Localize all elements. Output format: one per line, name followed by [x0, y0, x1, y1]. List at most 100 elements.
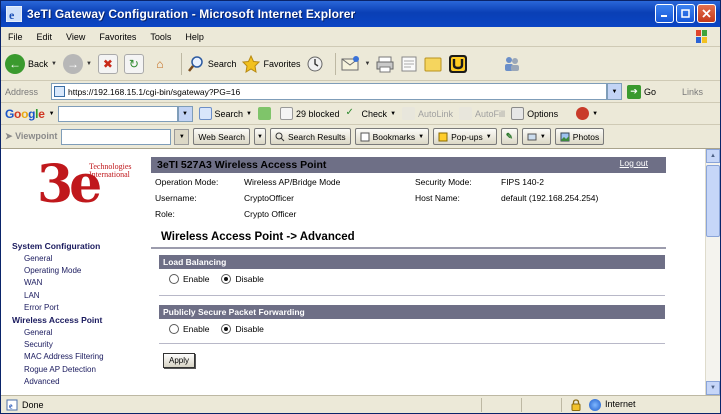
- logout-link[interactable]: Log out: [620, 158, 648, 168]
- bookmarks-label: Bookmarks: [372, 131, 416, 142]
- nav-item-security[interactable]: Security: [24, 340, 53, 349]
- print-button[interactable]: [376, 55, 394, 73]
- close-icon: [702, 9, 711, 18]
- stop-button[interactable]: ✖: [97, 53, 118, 74]
- favorites-star-icon: [242, 54, 261, 73]
- autofill-button[interactable]: AutoFill: [459, 107, 505, 120]
- load-balancing-enable-radio[interactable]: [169, 274, 179, 284]
- status-separator: [561, 398, 562, 412]
- apply-button[interactable]: Apply: [163, 353, 195, 368]
- viewpoint-search-input[interactable]: [61, 128, 172, 145]
- forward-button[interactable]: → ▼: [62, 53, 92, 74]
- menu-file[interactable]: File: [1, 32, 30, 42]
- web-search-button[interactable]: Web Search: [193, 128, 251, 145]
- shield-u-icon: [449, 54, 468, 73]
- security-mode-value: FIPS 140-2: [501, 177, 544, 187]
- links-label[interactable]: Links: [682, 87, 703, 97]
- nav-item-wap-general[interactable]: General: [24, 328, 52, 337]
- discuss-button[interactable]: [424, 55, 442, 73]
- messenger-button[interactable]: [448, 54, 468, 74]
- pagerank-button[interactable]: [258, 107, 274, 120]
- chevron-down-icon: ▼: [485, 133, 492, 140]
- popups-button[interactable]: Pop-ups ▼: [433, 128, 497, 145]
- address-label: Address: [5, 86, 39, 97]
- spell-check-button[interactable]: ✓ Check ▼: [346, 107, 396, 120]
- nav-item-mac-address-filtering[interactable]: MAC Address Filtering: [24, 352, 104, 361]
- menu-tools[interactable]: Tools: [143, 32, 178, 42]
- nav-item-advanced[interactable]: Advanced: [24, 377, 60, 386]
- load-balancing-disable-label: Disable: [235, 274, 264, 284]
- role-label: Role:: [155, 209, 175, 219]
- search-button[interactable]: Search: [187, 55, 236, 73]
- menu-edit[interactable]: Edit: [30, 32, 60, 42]
- photos-button[interactable]: Photos: [554, 128, 605, 145]
- bookmarks-button[interactable]: Bookmarks ▼: [354, 128, 430, 145]
- nav-item-error-port[interactable]: Error Port: [24, 303, 59, 312]
- dropdown-arrow-icon: ▼: [390, 110, 397, 117]
- google-logo[interactable]: Google: [5, 107, 45, 121]
- google-search-input[interactable]: [57, 105, 178, 122]
- viewpoint-dropdown[interactable]: ▼: [174, 128, 190, 145]
- page-icon: [54, 86, 65, 97]
- favorites-button[interactable]: Favorites: [242, 54, 300, 73]
- scroll-down-button[interactable]: ▼: [706, 381, 720, 395]
- page-done-icon: e: [6, 399, 18, 410]
- browser-window: e 3eTI Gateway Configuration - Microsoft…: [0, 0, 721, 414]
- extra-tool-button[interactable]: ▼: [576, 107, 598, 120]
- nav-item-operating-mode[interactable]: Operating Mode: [24, 266, 81, 275]
- edit-button[interactable]: [400, 55, 418, 73]
- search-results-button[interactable]: Search Results: [269, 128, 351, 145]
- refresh-button[interactable]: ↻: [123, 53, 144, 74]
- scroll-up-button[interactable]: ▲: [706, 149, 720, 163]
- popup-blocker-button[interactable]: 29 blocked: [280, 107, 340, 120]
- left-navigation: 3e Technologies International System Con…: [1, 149, 151, 395]
- toolbar-separator: [180, 52, 182, 75]
- load-balancing-disable-radio[interactable]: [221, 274, 232, 284]
- screen-button[interactable]: ▼: [521, 128, 551, 145]
- viewpoint-logo[interactable]: ➤ Viewpoint: [5, 131, 57, 142]
- bookmark-icon: [360, 132, 370, 141]
- nav-item-system-general[interactable]: General: [24, 254, 52, 263]
- minimize-button[interactable]: [655, 4, 674, 23]
- address-bar: Address https://192.168.15.1/cgi-bin/sga…: [1, 81, 720, 103]
- web-search-dropdown[interactable]: ▼: [254, 128, 266, 145]
- vertical-scrollbar[interactable]: ▲ ▼: [705, 149, 720, 395]
- page-title: Wireless Access Point -> Advanced: [161, 231, 355, 243]
- address-input[interactable]: https://192.168.15.1/cgi-bin/sgateway?PG…: [51, 83, 607, 100]
- mail-button[interactable]: ▼: [341, 55, 370, 73]
- history-button[interactable]: [306, 55, 324, 73]
- security-mode-label: Security Mode:: [415, 177, 472, 187]
- home-icon: ⌂: [156, 56, 164, 71]
- nav-section-system-configuration[interactable]: System Configuration: [12, 241, 100, 251]
- nav-section-wireless-access-point[interactable]: Wireless Access Point: [12, 315, 102, 325]
- close-button[interactable]: [697, 4, 716, 23]
- highlight-button[interactable]: ✎: [500, 128, 518, 145]
- packet-forwarding-enable-radio[interactable]: [169, 324, 179, 334]
- research-button[interactable]: [502, 55, 522, 73]
- google-toolbar: Google ▼ ▼ Search ▼ 29 blocked ✓ Check ▼…: [1, 103, 720, 125]
- scrollbar-thumb[interactable]: [706, 165, 720, 237]
- viewpoint-toolbar: ➤ Viewpoint ▼ Web Search ▼ Search Result…: [1, 125, 720, 149]
- go-button[interactable]: ➔ Go: [627, 84, 656, 99]
- nav-item-wan[interactable]: WAN: [24, 278, 42, 287]
- menu-view[interactable]: View: [59, 32, 92, 42]
- address-dropdown-button[interactable]: ▼: [607, 83, 622, 100]
- back-button[interactable]: ← Back ▼: [5, 53, 57, 74]
- menu-help[interactable]: Help: [178, 32, 211, 42]
- menu-favorites[interactable]: Favorites: [92, 32, 143, 42]
- chevron-down-icon: ▼: [611, 88, 618, 95]
- nav-item-rogue-ap-detection[interactable]: Rogue AP Detection: [24, 365, 96, 374]
- nav-item-lan[interactable]: LAN: [24, 291, 40, 300]
- maximize-button[interactable]: [676, 4, 695, 23]
- chevron-down-icon[interactable]: ▼: [49, 111, 55, 117]
- packet-forwarding-disable-radio[interactable]: [221, 324, 232, 334]
- options-button[interactable]: Options: [511, 107, 558, 120]
- home-button[interactable]: ⌂: [150, 54, 170, 74]
- lock-icon[interactable]: [571, 399, 581, 411]
- google-search-dropdown[interactable]: ▼: [177, 105, 193, 122]
- search-icon: [187, 55, 203, 72]
- google-search-button[interactable]: Search ▼: [198, 107, 252, 120]
- autolink-button[interactable]: AutoLink: [402, 107, 453, 120]
- chevron-down-icon: ▼: [710, 385, 716, 391]
- dropdown-arrow-icon: ▼: [51, 60, 57, 67]
